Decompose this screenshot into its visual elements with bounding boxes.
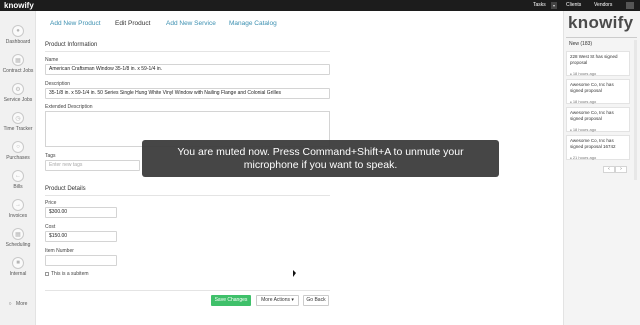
notification-text: Awesome Co, Inc has signed proposal (570, 110, 614, 121)
cost-label: Cost (45, 224, 56, 230)
next-page-button[interactable]: › (615, 166, 627, 173)
sidebar-item-bills[interactable]: ← Bills (0, 170, 36, 190)
sidebar-item-label: Contract Jobs (2, 68, 34, 74)
notification-text: Awesome Co, Inc has signed proposal (570, 82, 614, 93)
toast-line-2: microphone if you want to speak. (243, 159, 398, 171)
brand-logo: knowify (568, 13, 634, 32)
new-notifications-count: New (183) (569, 41, 593, 47)
sidebar-item-purchases[interactable]: ○ Purchases (0, 141, 36, 161)
clock-icon: ◷ (12, 112, 24, 124)
toast-message: You are muted now. Press Command+Shift+A… (142, 146, 499, 172)
bills-icon: ← (12, 170, 24, 182)
mouse-cursor-icon (293, 270, 296, 277)
name-field[interactable]: American Craftsman Window 35-1/8 in. x 5… (45, 64, 330, 75)
sidebar-item-label: Service Jobs (3, 97, 33, 103)
sidebar-item-label: Invoices (8, 213, 28, 219)
notification-time: 21 hours ago (570, 155, 596, 160)
extended-description-label: Extended Description (45, 104, 93, 110)
tags-label: Tags (45, 153, 56, 159)
sidebar-item-invoices[interactable]: → Invoices (0, 199, 36, 219)
subitem-label: This is a subitem (51, 271, 89, 277)
tasks-dropdown-icon[interactable]: ▾ (551, 2, 557, 9)
notification-time: 18 hours ago (570, 71, 596, 76)
product-details-title: Product Details (45, 186, 86, 192)
sidebar: ● Dashboard ▦ Contract Jobs ⚙ Service Jo… (0, 11, 36, 325)
sidebar-item-dashboard[interactable]: ● Dashboard (0, 25, 36, 45)
section-divider (45, 51, 330, 52)
sidebar-item-label: Dashboard (5, 39, 31, 45)
sidebar-item-label: Scheduling (5, 242, 31, 248)
sidebar-item-label: Time Tracker (3, 126, 33, 132)
tags-input[interactable]: Enter new tags (45, 160, 140, 171)
calendar-icon: ▦ (12, 228, 24, 240)
sidebar-item-label: Purchases (6, 155, 30, 161)
tab-add-new-service[interactable]: Add New Service (166, 20, 216, 27)
prev-page-button[interactable]: ‹ (603, 166, 615, 173)
sidebar-item-time-tracker[interactable]: ◷ Time Tracker (0, 112, 36, 132)
sidebar-item-label: Bills (13, 184, 23, 190)
service-icon: ⚙ (12, 83, 24, 95)
go-back-button[interactable]: Go Back (303, 295, 329, 306)
notification-time: 18 hours ago (570, 127, 596, 132)
sidebar-item-internal[interactable]: ■ Internal (0, 257, 36, 277)
vendors-menu[interactable]: Vendors (594, 0, 612, 11)
item-number-field[interactable] (45, 255, 117, 266)
notification-text: Awesome Co, Inc has signed proposal 1674… (570, 138, 616, 149)
footer-divider (45, 290, 330, 291)
notification-item[interactable]: Awesome Co, Inc has signed proposal 1674… (566, 135, 630, 160)
section-divider (45, 195, 330, 196)
invoices-icon: → (12, 199, 24, 211)
tab-edit-product[interactable]: Edit Product (115, 20, 150, 27)
dashboard-icon: ● (12, 25, 24, 37)
description-field[interactable]: 35-1/8 in. x 59-1/4 in. 50 Series Single… (45, 88, 330, 99)
notification-text: 228 West St has signed proposal (570, 54, 618, 65)
description-label: Description (45, 81, 71, 87)
more-icon: ○ (8, 301, 12, 307)
sidebar-item-label: More (16, 301, 28, 307)
notification-time: 18 hours ago (570, 99, 596, 104)
price-field[interactable]: $300.00 (45, 207, 117, 218)
purchases-icon: ○ (12, 141, 24, 153)
subitem-checkbox[interactable] (45, 272, 49, 276)
sidebar-item-more[interactable]: ○ More (0, 292, 36, 310)
sidebar-item-label: Internal (9, 271, 27, 277)
name-label: Name (45, 57, 59, 63)
item-number-label: Item Number (45, 248, 74, 254)
product-information-title: Product Information (45, 42, 98, 48)
notification-item[interactable]: Awesome Co, Inc has signed proposal 18 h… (566, 107, 630, 132)
sidebar-item-scheduling[interactable]: ▦ Scheduling (0, 228, 36, 248)
panel-scrollbar[interactable] (634, 40, 637, 180)
tab-manage-catalog[interactable]: Manage Catalog (229, 20, 277, 27)
internal-icon: ■ (12, 257, 24, 269)
notification-item[interactable]: Awesome Co, Inc has signed proposal 18 h… (566, 79, 630, 104)
tasks-menu[interactable]: Tasks (533, 0, 546, 11)
app-logo[interactable]: knowify CONTRACTOR (4, 0, 34, 15)
notification-item[interactable]: 228 West St has signed proposal 18 hours… (566, 51, 630, 76)
more-actions-button[interactable]: More Actions ▾ (256, 295, 299, 306)
price-label: Price (45, 200, 57, 206)
clients-menu[interactable]: Clients (566, 0, 581, 11)
cost-field[interactable]: $150.00 (45, 231, 117, 242)
toast-line-1: You are muted now. Press Command+Shift+A… (177, 146, 464, 158)
panel-divider (566, 37, 637, 38)
tab-add-new-product[interactable]: Add New Product (50, 20, 101, 27)
save-changes-button[interactable]: Save Changes (211, 295, 251, 306)
contract-icon: ▦ (12, 54, 24, 66)
sidebar-item-contract-jobs[interactable]: ▦ Contract Jobs (0, 54, 36, 74)
top-menu-button[interactable] (626, 2, 634, 9)
sidebar-item-service-jobs[interactable]: ⚙ Service Jobs (0, 83, 36, 103)
muted-notification-toast: You are muted now. Press Command+Shift+A… (142, 140, 499, 177)
